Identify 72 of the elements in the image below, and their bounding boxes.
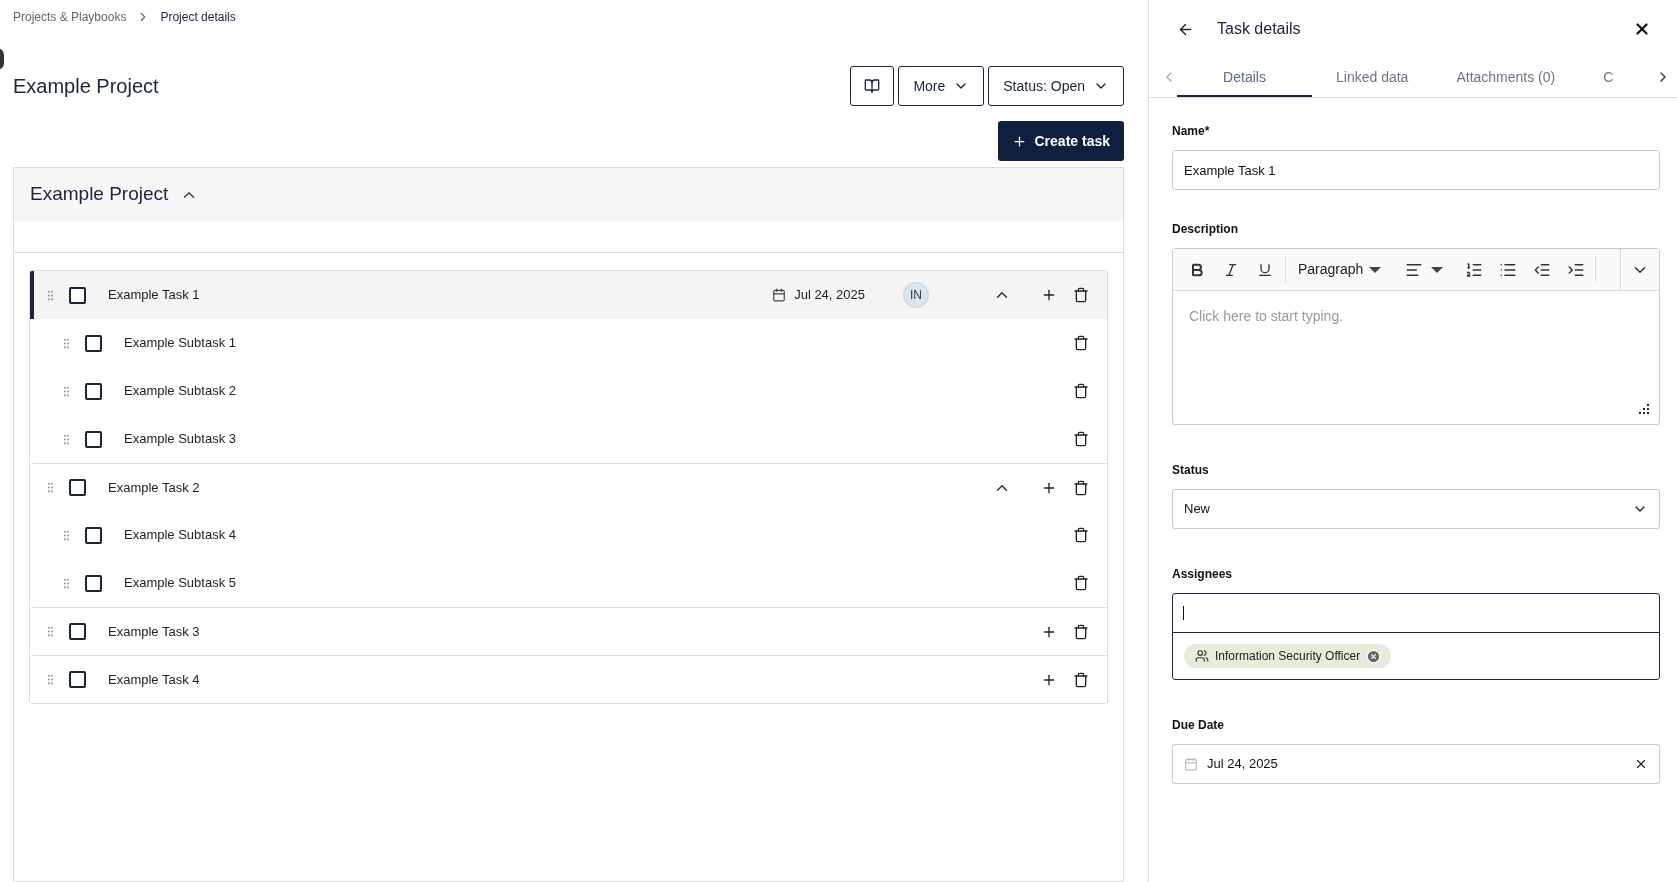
bold-icon[interactable]: [1189, 261, 1205, 278]
name-input[interactable]: Example Task 1: [1172, 150, 1660, 190]
delete-icon[interactable]: [1073, 383, 1089, 399]
calendar-icon: [1184, 757, 1198, 771]
caret-icon: [1431, 266, 1444, 273]
delete-icon[interactable]: [1073, 623, 1089, 640]
delete-icon[interactable]: [1073, 479, 1089, 496]
checkbox[interactable]: [69, 623, 86, 640]
delete-icon[interactable]: [1073, 287, 1089, 303]
checkbox[interactable]: [85, 430, 102, 448]
page-title: Example Project: [13, 74, 159, 99]
task-row[interactable]: Example Task 4: [30, 655, 1107, 703]
breadcrumb-link[interactable]: Projects & Playbooks: [13, 8, 127, 26]
tab[interactable]: Details: [1177, 59, 1312, 97]
task-name: Example Task 2: [108, 478, 200, 497]
more-button[interactable]: More: [898, 66, 985, 106]
plus-icon: [1011, 133, 1027, 149]
close-icon[interactable]: [1633, 20, 1651, 38]
delete-icon[interactable]: [1073, 527, 1089, 543]
caret-icon: [1369, 266, 1382, 273]
checkbox[interactable]: [85, 526, 102, 544]
delete-icon[interactable]: [1073, 335, 1089, 351]
book-icon: [864, 78, 881, 94]
task-name: Example Task 4: [108, 670, 200, 689]
subtask-name: Example Subtask 3: [124, 430, 236, 449]
checkbox[interactable]: [69, 671, 86, 688]
field-label: Status: [1172, 462, 1210, 479]
subtask-name: Example Subtask 4: [124, 526, 236, 545]
checkbox[interactable]: [69, 479, 86, 496]
task-name: Example Task 1: [108, 286, 200, 305]
tab[interactable]: Attachments (0): [1432, 59, 1580, 97]
field-label: Name*: [1172, 123, 1211, 140]
subtask-name: Example Subtask 2: [124, 382, 236, 401]
project-title: Example Project: [30, 182, 169, 207]
description-placeholder: Click here to start typing.: [1189, 308, 1344, 324]
task-row[interactable]: Example Task 1 Jul 24, 2025 IN: [30, 271, 1107, 319]
delete-icon[interactable]: [1073, 671, 1089, 688]
checkbox[interactable]: [69, 286, 86, 304]
due-date: Jul 24, 2025: [794, 286, 865, 305]
underline-icon[interactable]: [1257, 261, 1273, 278]
remove-icon[interactable]: [1366, 648, 1382, 664]
subtask-name: Example Subtask 5: [124, 574, 236, 593]
text-cursor: [1183, 606, 1184, 620]
field-label: Due Date: [1172, 717, 1225, 734]
checkbox[interactable]: [85, 574, 102, 592]
paragraph-dropdown[interactable]: Paragraph: [1298, 259, 1382, 280]
tab[interactable]: C: [1579, 59, 1638, 97]
assignee-avatar: IN: [903, 282, 929, 308]
status-button[interactable]: Status: Open: [988, 66, 1124, 106]
create-task-button[interactable]: Create task: [997, 121, 1124, 161]
breadcrumb-link[interactable]: Project details: [160, 8, 236, 26]
due-date-field[interactable]: Jul 24, 2025: [1172, 744, 1660, 784]
field-label: Description: [1172, 221, 1239, 238]
subtask-name: Example Subtask 1: [124, 334, 236, 353]
delete-icon[interactable]: [1073, 575, 1089, 591]
playbook-button[interactable]: [850, 66, 895, 106]
panel-title: Task details: [1217, 19, 1301, 39]
numbered-list-icon[interactable]: [1465, 260, 1484, 279]
task-name: Example Task 3: [108, 622, 200, 641]
italic-icon[interactable]: [1223, 261, 1239, 278]
status-select[interactable]: New: [1172, 489, 1660, 529]
calendar-icon: [772, 288, 787, 302]
checkbox[interactable]: [85, 382, 102, 400]
field-label: Assignees: [1172, 566, 1234, 583]
resize-handle-icon[interactable]: [1639, 404, 1649, 414]
clear-icon[interactable]: [1634, 757, 1648, 771]
delete-icon[interactable]: [1073, 431, 1089, 447]
add-subtask-icon[interactable]: [1041, 287, 1057, 303]
assignee-chip: Information Security Officer: [1184, 644, 1392, 668]
tab[interactable]: Linked data: [1312, 59, 1433, 97]
group-icon: [1195, 649, 1209, 663]
checkbox[interactable]: [85, 334, 102, 352]
